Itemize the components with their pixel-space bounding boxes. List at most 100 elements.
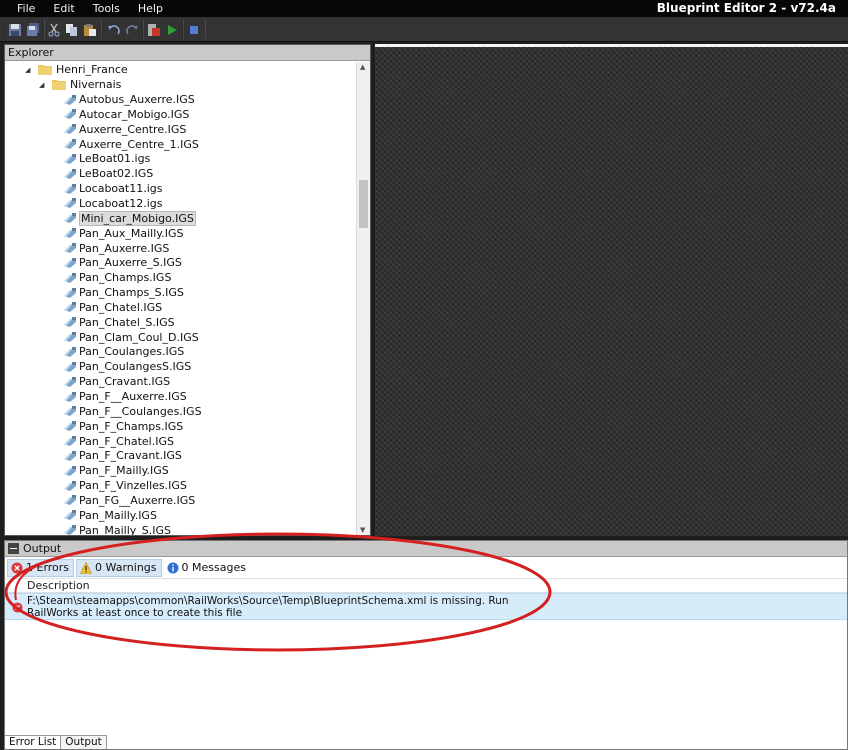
tree-file-item[interactable]: Autobus_Auxerre.IGS [63, 92, 195, 107]
scroll-up-icon[interactable]: ▲ [360, 63, 365, 71]
menu-tools[interactable]: Tools [84, 2, 129, 15]
error-icon [12, 602, 23, 613]
tab-error-list[interactable]: Error List [5, 735, 62, 749]
paste-button[interactable] [82, 22, 98, 38]
tree-file-item[interactable]: Pan_Cravant.IGS [63, 374, 170, 389]
tree-file-item[interactable]: Pan_F_Mailly.IGS [63, 463, 169, 478]
tree-file-item[interactable]: Pan_Champs.IGS [63, 270, 171, 285]
toolbar-group-run [142, 20, 184, 39]
tree-folder-label: Henri_France [56, 63, 128, 76]
warning-icon [80, 561, 93, 574]
undo-button[interactable] [106, 22, 122, 38]
output-header: Output [5, 541, 847, 557]
tree-file-label: Pan_FG__Auxerre.IGS [79, 493, 196, 507]
warnings-filter-button[interactable]: 0 Warnings [76, 558, 162, 577]
menu-file[interactable]: File [8, 2, 44, 15]
errors-filter-button[interactable]: 1 Errors [7, 558, 75, 577]
menu-bar: File Edit Tools Help [8, 2, 172, 15]
tree-file-item[interactable]: Auxerre_Centre.IGS [63, 122, 186, 137]
description-column-header[interactable]: Description [5, 579, 847, 593]
scenery-file-icon [64, 124, 76, 135]
export-icon [148, 23, 160, 36]
scenery-file-icon [64, 450, 76, 461]
scenery-file-icon [64, 287, 76, 298]
tree-file-item[interactable]: Pan_CoulangesS.IGS [63, 359, 191, 374]
copy-button[interactable] [64, 22, 80, 38]
tree-file-item[interactable]: Pan_Clam_Coul_D.IGS [63, 330, 199, 345]
tree-file-label: Pan_Auxerre_S.IGS [79, 256, 182, 270]
tree-file-label: LeBoat01.igs [79, 152, 151, 166]
tree-file-item[interactable]: LeBoat01.igs [63, 151, 150, 166]
cut-button[interactable] [46, 22, 62, 38]
tree-file-item[interactable]: Auxerre_Centre_1.IGS [63, 137, 199, 152]
tree-file-item[interactable]: Pan_Coulanges.IGS [63, 344, 184, 359]
toolbar-group-file [3, 20, 45, 39]
explorer-tree[interactable]: ◢ Henri_France ◢ Nivernais Autobus_Auxer… [5, 62, 357, 535]
error-row[interactable]: F:\Steam\steamapps\common\RailWorks\Sour… [5, 593, 847, 620]
tab-output[interactable]: Output [61, 735, 107, 749]
expanded-triangle-icon[interactable]: ◢ [39, 81, 48, 89]
tree-folder-henri-france[interactable]: ◢ Henri_France [25, 62, 128, 77]
tree-folder-nivernais[interactable]: ◢ Nivernais [39, 77, 121, 92]
scrollbar-thumb[interactable] [359, 180, 368, 228]
tree-file-item[interactable]: Pan_Mailly.IGS [63, 508, 157, 523]
tree-file-label: Autocar_Mobigo.IGS [79, 107, 190, 121]
explorer-title: Explorer [5, 45, 370, 61]
warnings-count: 0 Warnings [95, 561, 157, 574]
scenery-file-icon [64, 510, 76, 521]
scenery-file-icon [64, 317, 76, 328]
tree-file-item[interactable]: Pan_F_Vinzelles.IGS [63, 478, 187, 493]
scenery-file-icon [64, 465, 76, 476]
errors-count: 1 Errors [26, 561, 70, 574]
tree-file-item[interactable]: Pan_F_Cravant.IGS [63, 448, 182, 463]
tree-file-item[interactable]: Pan_F__Coulanges.IGS [63, 404, 202, 419]
tree-file-item[interactable]: LeBoat02.IGS [63, 166, 153, 181]
explorer-scrollbar[interactable]: ▲ ▼ [356, 62, 370, 535]
tree-file-label: Pan_F__Coulanges.IGS [79, 404, 202, 418]
scenery-file-icon [64, 168, 76, 179]
tree-file-item[interactable]: Pan_Mailly_S.IGS [63, 523, 171, 535]
undo-icon [108, 24, 120, 34]
scenery-file-icon [64, 480, 76, 491]
tree-file-label: Pan_Auxerre.IGS [79, 241, 170, 255]
render-viewport[interactable] [375, 44, 848, 536]
redo-button[interactable] [124, 22, 140, 38]
tree-file-item[interactable]: Pan_F__Auxerre.IGS [63, 389, 187, 404]
tree-file-item[interactable]: Pan_Aux_Mailly.IGS [63, 226, 183, 241]
scenery-file-icon [64, 332, 76, 343]
tree-file-item[interactable]: Autocar_Mobigo.IGS [63, 107, 189, 122]
expanded-triangle-icon[interactable]: ◢ [25, 66, 34, 74]
tree-file-item[interactable]: Pan_F_Champs.IGS [63, 419, 183, 434]
tree-file-item[interactable]: Pan_FG__Auxerre.IGS [63, 493, 195, 508]
scenery-file-icon [64, 376, 76, 387]
tree-file-item[interactable]: Locaboat12.igs [63, 196, 162, 211]
cut-icon [48, 23, 60, 37]
tree-file-label: Pan_F_Cravant.IGS [79, 449, 182, 463]
menu-help[interactable]: Help [129, 2, 172, 15]
save-all-button[interactable] [25, 22, 41, 38]
tree-file-item[interactable]: Mini_car_Mobigo.IGS [63, 210, 196, 226]
scroll-down-icon[interactable]: ▼ [360, 526, 365, 534]
tree-file-item[interactable]: Pan_Auxerre_S.IGS [63, 255, 182, 270]
messages-filter-button[interactable]: 0 Messages [164, 559, 250, 577]
menu-edit[interactable]: Edit [44, 2, 83, 15]
tree-file-item[interactable]: Pan_Chatel.IGS [63, 300, 162, 315]
scenery-file-icon [64, 302, 76, 313]
tree-file-item[interactable]: Pan_Champs_S.IGS [63, 285, 184, 300]
tree-file-item[interactable]: Pan_Auxerre.IGS [63, 241, 169, 256]
export-button[interactable] [146, 22, 162, 38]
tree-file-item[interactable]: Pan_F_Chatel.IGS [63, 434, 174, 449]
save-button[interactable] [7, 22, 23, 38]
tree-file-item[interactable]: Locaboat11.igs [63, 181, 162, 196]
run-button[interactable] [164, 22, 180, 38]
toolbar-group-edit [42, 20, 102, 39]
run-icon [168, 24, 177, 35]
stop-button[interactable] [186, 22, 202, 38]
tree-file-item[interactable]: Pan_Chatel_S.IGS [63, 315, 175, 330]
tree-file-label: Pan_Champs.IGS [79, 271, 172, 285]
collapse-button[interactable] [8, 543, 19, 554]
save-all-icon [27, 22, 39, 36]
title-bar: File Edit Tools Help Blueprint Editor 2 … [0, 0, 848, 17]
minus-icon [10, 548, 17, 549]
toolbar-group-history [102, 20, 144, 39]
